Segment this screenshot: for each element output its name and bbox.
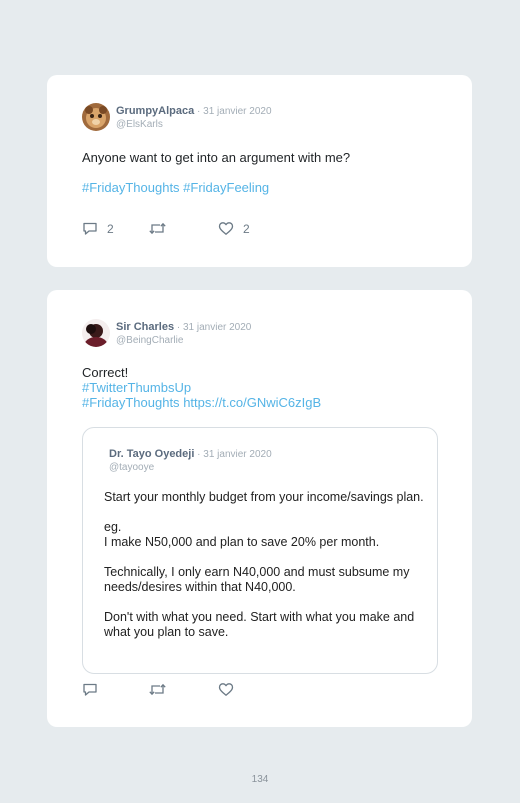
hashtag-links[interactable]: #FridayThoughts #FridayFeeling — [82, 180, 350, 195]
tweet-header: GrumpyAlpaca · 31 janvier 2020 @ElsKarls — [82, 103, 272, 131]
like-action[interactable] — [218, 682, 234, 697]
like-action[interactable]: 2 — [218, 221, 250, 236]
heart-icon — [218, 683, 234, 696]
author-name[interactable]: Sir Charles — [116, 321, 174, 333]
quoted-tweet-text: Start your monthly budget from your inco… — [104, 490, 424, 655]
tweet-actions — [82, 682, 282, 700]
quoted-tweet-date[interactable]: 31 janvier 2020 — [203, 449, 271, 460]
author-handle[interactable]: @BeingCharlie — [116, 334, 251, 347]
quoted-author-name[interactable]: Dr. Tayo Oyedeji — [109, 448, 194, 460]
retweet-action[interactable] — [149, 682, 166, 697]
reply-icon — [83, 683, 97, 696]
quoted-paragraph: Start your monthly budget from your inco… — [104, 490, 424, 504]
like-count: 2 — [243, 221, 250, 236]
quoted-tweet-meta: Dr. Tayo Oyedeji · 31 janvier 2020 @tayo… — [109, 446, 272, 474]
tweet-body: Anyone want to get into an argument with… — [82, 150, 350, 195]
quoted-tweet[interactable]: Dr. Tayo Oyedeji · 31 janvier 2020 @tayo… — [82, 427, 438, 674]
tweet-text: Anyone want to get into an argument with… — [82, 150, 351, 165]
quoted-paragraph: eg. I make N50,000 and plan to save 20% … — [104, 520, 424, 550]
tweet-date[interactable]: 31 janvier 2020 — [183, 322, 251, 333]
tweet-meta: Sir Charles · 31 janvier 2020 @BeingChar… — [116, 319, 251, 347]
separator-dot: · — [194, 449, 204, 460]
quoted-paragraph: Technically, I only earn N40,000 and mus… — [104, 565, 410, 594]
tweet-date[interactable]: 31 janvier 2020 — [203, 106, 271, 117]
retweet-action[interactable] — [149, 221, 166, 236]
quoted-paragraph: Don't with what you need. Start with wha… — [104, 610, 415, 639]
reply-action[interactable]: 2 — [82, 221, 114, 236]
separator-dot: · — [194, 106, 204, 117]
avatar-grumpyalpaca[interactable] — [82, 103, 110, 131]
quoted-line: I make N50,000 and plan to save 20% per … — [104, 535, 380, 549]
tweet-actions: 2 2 — [82, 221, 282, 239]
tweet-meta: GrumpyAlpaca · 31 janvier 2020 @ElsKarls — [116, 103, 272, 131]
page-number: 134 — [251, 774, 269, 785]
tweet-header: Sir Charles · 31 janvier 2020 @BeingChar… — [82, 319, 251, 347]
tweet-card-1: GrumpyAlpaca · 31 janvier 2020 @ElsKarls… — [47, 75, 472, 267]
retweet-icon — [149, 683, 166, 696]
hashtag-link[interactable]: #TwitterThumbsUp — [82, 380, 321, 395]
tweet-body: Correct! #TwitterThumbsUp #FridayThought… — [82, 365, 321, 410]
quoted-line: eg. — [104, 520, 122, 534]
author-name[interactable]: GrumpyAlpaca — [116, 105, 194, 117]
separator-dot: · — [174, 322, 183, 333]
tweet-card-2: Sir Charles · 31 janvier 2020 @BeingChar… — [47, 290, 472, 727]
quoted-author-handle[interactable]: @tayooye — [109, 461, 272, 474]
author-handle[interactable]: @ElsKarls — [116, 118, 272, 131]
url-link[interactable]: https://t.co/GNwiC6zIgB — [183, 395, 321, 410]
reply-icon — [83, 222, 97, 235]
reply-action[interactable] — [82, 682, 98, 697]
tweet-text: Correct! — [82, 365, 129, 380]
retweet-icon — [149, 222, 166, 235]
reply-count: 2 — [107, 221, 114, 236]
hashtag-link[interactable]: #FridayThoughts — [82, 395, 180, 410]
heart-icon — [218, 222, 234, 235]
avatar-sircharles[interactable] — [82, 319, 110, 347]
